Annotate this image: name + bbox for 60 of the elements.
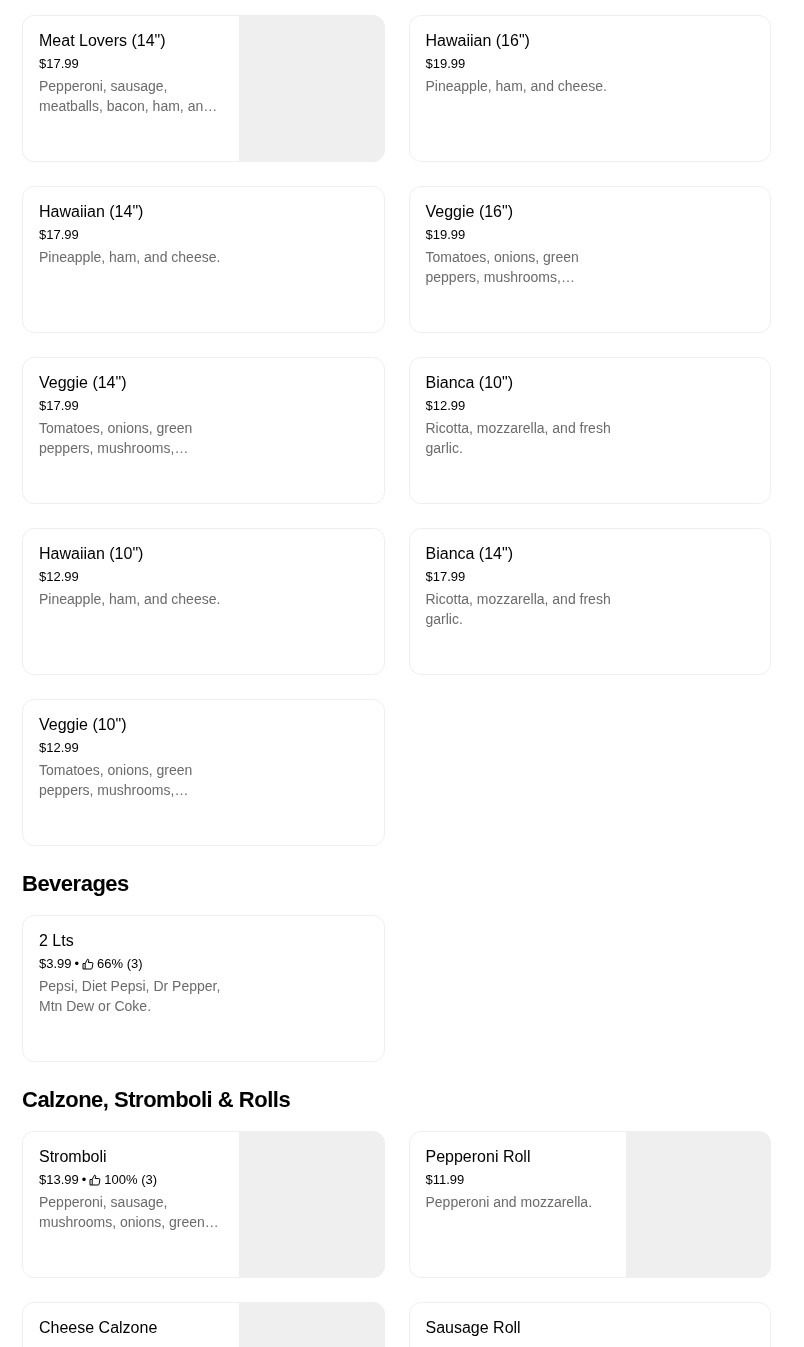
item-description: Tomatoes, onions, green peppers, mushrooms,… [39,761,194,800]
menu-item-card[interactable]: Stromboli $13.99 • 100% (3) Pepperoni, sausage, mushrooms, onions, green… [22,1131,385,1278]
item-description: Pepperoni, sausage, mushrooms, onions, green… [39,1193,220,1232]
item-description: Pepperoni and mozzarella. [425,1193,594,1212]
section-heading: Calzone, Stromboli & Rolls [22,1086,292,1114]
item-title: Bianca (10") [425,373,514,393]
separator: • [81,1171,87,1189]
menu-item-card[interactable]: Hawaiian (14") $17.99 Pineapple, ham, and cheese. [22,186,385,333]
menu-item-card[interactable]: Cheese Calzone [22,1302,385,1347]
menu-item-card[interactable]: Veggie (14") $17.99 Tomatoes, onions, green peppers, mushrooms,… [22,357,385,504]
menu-item-card[interactable]: Hawaiian (16") $19.99 Pineapple, ham, and cheese. [408,15,771,162]
item-price: $17.99 [425,568,466,586]
menu-item-card[interactable]: Sausage Roll [408,1302,771,1347]
item-title: Veggie (14") [39,373,128,393]
item-description: Pepsi, Diet Pepsi, Dr Pepper, Mtn Dew or Coke. [39,977,222,1016]
item-price: $19.99 [425,226,466,244]
item-description: Pineapple, ham, and cheese. [425,77,608,96]
item-price: $19.99 [425,55,466,73]
item-description: Tomatoes, onions, green peppers, mushrooms,… [425,248,580,287]
menu-item-card[interactable]: Meat Lovers (14") $17.99 Pepperoni, sausage, meatballs, bacon, ham, an… [22,15,385,162]
section-heading: Beverages [22,870,130,898]
item-description: Tomatoes, onions, green peppers, mushrooms,… [39,419,194,458]
menu-item-card[interactable]: Bianca (10") $12.99 Ricotta, mozzarella, and fresh garlic. [408,357,771,504]
menu-item-card[interactable]: Hawaiian (10") $12.99 Pineapple, ham, and cheese. [22,528,385,675]
thumbs-up-icon [82,958,95,970]
menu-item-card[interactable]: Bianca (14") $17.99 Ricotta, mozzarella, and fresh garlic. [408,528,771,675]
item-description: Ricotta, mozzarella, and fresh garlic. [425,590,612,629]
item-title: Veggie (10") [39,715,128,735]
item-price: $3.99 [39,955,72,973]
item-title: Pepperoni Roll [425,1147,532,1167]
item-price: $17.99 [39,55,79,73]
separator: • [74,955,80,973]
menu-item-card[interactable]: Veggie (10") $12.99 Tomatoes, onions, green peppers, mushrooms,… [22,699,385,846]
item-price: $17.99 [39,397,79,415]
item-title: Hawaiian (10") [39,544,145,564]
item-title: Hawaiian (16") [425,31,531,51]
item-rating: 66% (3) [97,955,143,973]
item-price: $13.99 [39,1171,79,1189]
item-description: Pineapple, ham, and cheese. [39,248,222,267]
menu-item-card[interactable]: Pepperoni Roll $11.99 Pepperoni and mozzarella. [408,1131,771,1278]
item-description: Pineapple, ham, and cheese. [39,590,222,609]
item-title: Veggie (16") [425,202,514,222]
item-price: $17.99 [39,226,79,244]
item-price: $12.99 [39,739,79,757]
thumbs-up-icon [89,1174,102,1186]
item-description: Pepperoni, sausage, meatballs, bacon, ham, an… [39,77,219,116]
item-price: $11.99 [425,1171,465,1189]
item-price: $12.99 [39,568,79,586]
item-rating: 100% (3) [104,1171,158,1189]
menu-item-card[interactable]: 2 Lts $3.99 • 66% (3) Pepsi, Diet Pepsi, Dr Pepper, Mtn Dew or Coke. [22,915,385,1062]
menu-item-card[interactable]: Veggie (16") $19.99 Tomatoes, onions, green peppers, mushrooms,… [408,186,771,333]
item-title: Hawaiian (14") [39,202,145,222]
item-title: Meat Lovers (14") [39,31,167,51]
item-description: Ricotta, mozzarella, and fresh garlic. [425,419,612,458]
item-title: Sausage Roll [425,1318,522,1338]
item-title: 2 Lts [39,931,75,951]
item-title: Cheese Calzone [39,1318,159,1338]
item-title: Stromboli [39,1147,108,1167]
item-price: $12.99 [425,397,466,415]
item-title: Bianca (14") [425,544,514,564]
